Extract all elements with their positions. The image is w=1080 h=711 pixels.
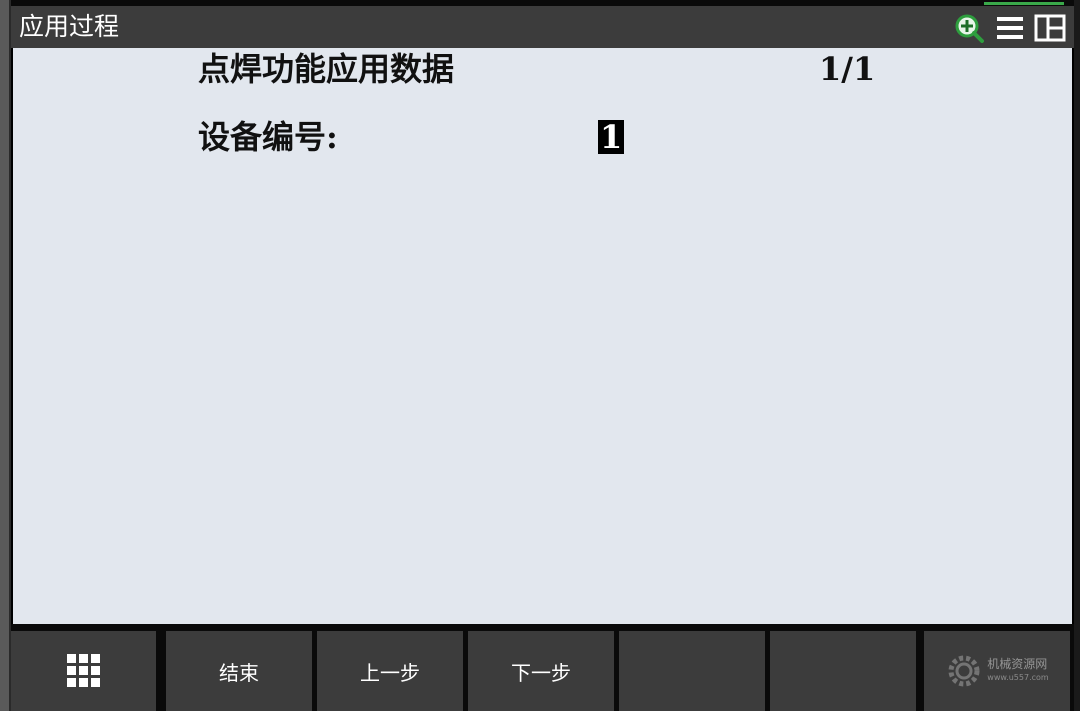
end-button-label: 结束 bbox=[219, 660, 259, 685]
softkey-6[interactable] bbox=[770, 631, 916, 711]
softkey-bar: 结束 上一步 下一步 机械资源网 www.u557.com bbox=[11, 630, 1074, 711]
title-bar-icons bbox=[954, 13, 1066, 43]
split-view-icon[interactable] bbox=[1034, 13, 1066, 43]
prev-step-button[interactable]: 上一步 bbox=[317, 631, 463, 711]
right-bezel bbox=[1074, 0, 1080, 711]
next-step-button[interactable]: 下一步 bbox=[468, 631, 614, 711]
status-accent-bar bbox=[984, 2, 1064, 5]
softkey-5[interactable] bbox=[619, 631, 765, 711]
end-button[interactable]: 结束 bbox=[166, 631, 312, 711]
watermark-url: www.u557.com bbox=[987, 673, 1049, 682]
grid-menu-icon bbox=[66, 654, 100, 687]
page-title: 点焊功能应用数据 bbox=[198, 50, 455, 88]
title-bar: 应用过程 bbox=[11, 6, 1074, 48]
prev-step-label: 上一步 bbox=[360, 660, 420, 685]
device-number-label: 设备编号: bbox=[198, 118, 338, 156]
next-step-label: 下一步 bbox=[511, 660, 571, 685]
watermark-name: 机械资源网 bbox=[987, 657, 1048, 671]
window-title: 应用过程 bbox=[19, 12, 120, 41]
grid-menu-button[interactable] bbox=[11, 631, 156, 711]
softkey-7[interactable]: 机械资源网 www.u557.com bbox=[924, 631, 1070, 711]
watermark: 机械资源网 www.u557.com bbox=[945, 652, 1049, 690]
gear-logo-icon bbox=[948, 655, 980, 687]
content-area: 点焊功能应用数据 1/1 设备编号: 1 bbox=[13, 48, 1072, 624]
zoom-in-icon[interactable] bbox=[954, 13, 986, 43]
page-number: 1/1 bbox=[819, 50, 876, 88]
device-number-value[interactable]: 1 bbox=[598, 120, 625, 154]
menu-icon[interactable] bbox=[994, 13, 1026, 43]
left-bezel bbox=[0, 0, 11, 711]
